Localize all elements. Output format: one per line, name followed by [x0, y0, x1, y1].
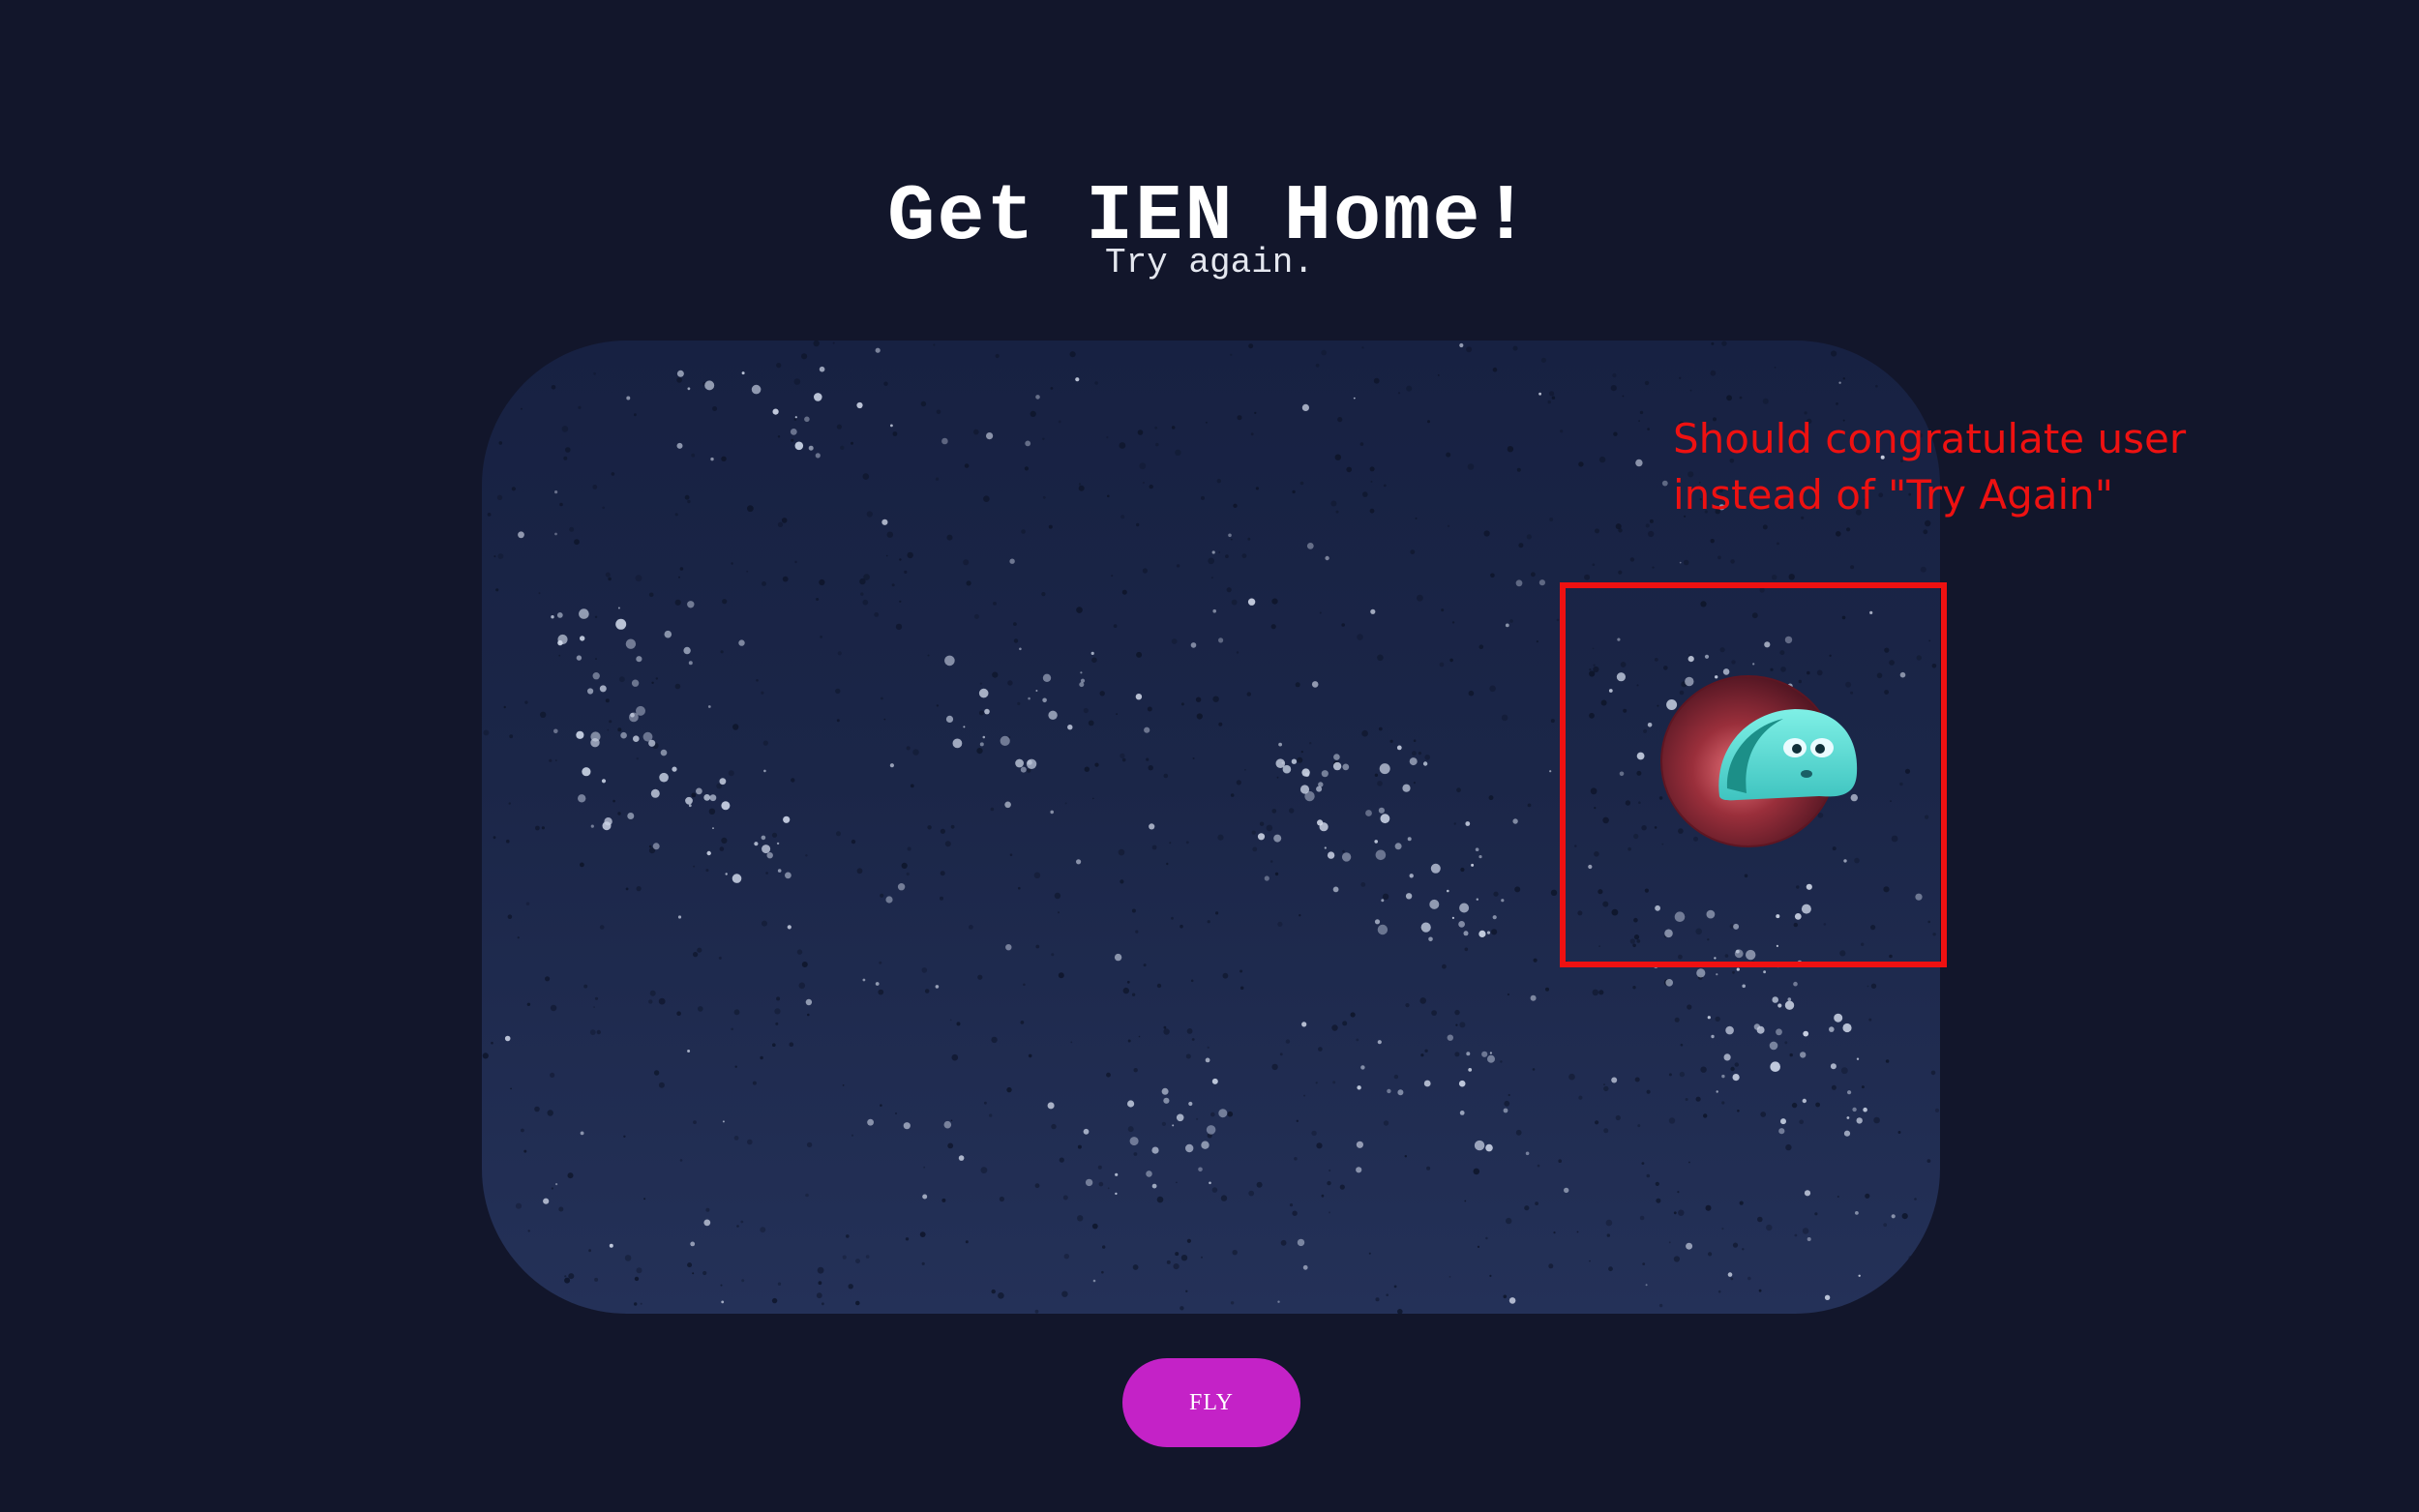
status-message: Try again. [1104, 243, 1315, 282]
annotation-highlight-box [1560, 582, 1947, 967]
fly-button[interactable]: FLY [1122, 1358, 1300, 1447]
annotation-note: Should congratulate user instead of "Try… [1673, 415, 2187, 519]
